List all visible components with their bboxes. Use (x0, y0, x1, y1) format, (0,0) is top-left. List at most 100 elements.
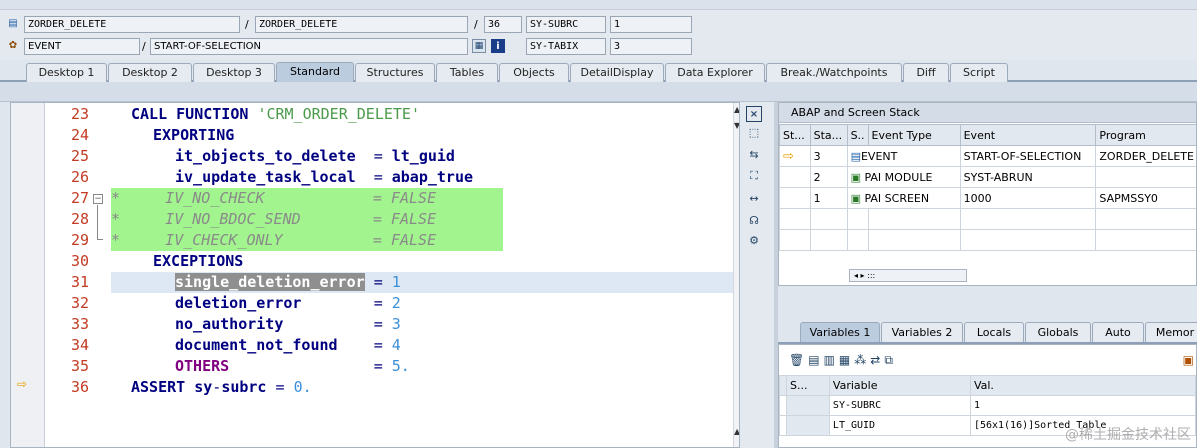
event-type-cell: ▣ PAI SCREEN (846, 187, 961, 209)
tab-desktop-3[interactable]: Desktop 3 (193, 63, 275, 82)
variable-name[interactable]: SY-SUBRC (828, 395, 971, 416)
tab-tables[interactable]: Tables (436, 63, 498, 82)
import-icon[interactable]: ▤ (808, 353, 819, 369)
line-number: 35 (70, 357, 89, 375)
code-param: it_objects_to_delete (175, 147, 356, 165)
column-header[interactable]: Event Type (867, 124, 961, 146)
line-number: 30 (70, 252, 89, 270)
source-editor[interactable]: ⇨ − 23 24 25 26 27 28 29 30 31 32 33 34 … (10, 102, 740, 448)
code-value: abap_true (391, 168, 474, 186)
row-selector[interactable] (779, 415, 787, 436)
fold-line (97, 205, 98, 239)
stack-hscrollbar[interactable]: ◂ ▸ ::: (849, 269, 967, 282)
save-layout-icon[interactable]: ▦ (839, 353, 850, 369)
empty-row (779, 229, 1196, 251)
tab-globals[interactable]: Globals (1025, 322, 1091, 342)
table-row[interactable]: ⇨ 3 ▤EVENT START-OF-SELECTION ZORDER_DEL… (779, 145, 1196, 167)
row-status (786, 415, 830, 436)
code-comment: * IV_CHECK_ONLY = FALSE (111, 231, 437, 249)
hierarchy-icon[interactable]: ⁂ (854, 353, 866, 369)
variable-value[interactable]: 1 (969, 395, 1197, 416)
code-param: iv_update_task_local (175, 168, 356, 186)
display-icon[interactable]: ▦ (472, 39, 486, 53)
code-value: lt_guid (391, 147, 455, 165)
swap-tool-icon[interactable]: ⇆ (746, 146, 762, 162)
save-icon[interactable]: ▣ (1183, 353, 1194, 367)
code-value: sy (194, 378, 213, 396)
code-operator: = (373, 294, 383, 312)
selected-text[interactable]: single_deletion_error (175, 273, 365, 291)
include-field[interactable]: ZORDER_DELETE (255, 16, 468, 33)
column-header[interactable]: Program (1095, 124, 1196, 146)
code-line-32: deletion_error = 2 (175, 293, 401, 314)
service-icon[interactable]: ☊ (746, 212, 762, 228)
code-number: 5. (391, 357, 410, 375)
tab-objects[interactable]: Objects (499, 63, 569, 82)
row-selector[interactable] (779, 395, 787, 416)
column-header[interactable]: S... (786, 375, 830, 396)
code-keyword: ASSERT (131, 378, 186, 396)
event-type-cell: ▤EVENT (846, 145, 961, 167)
program-name: ZORDER_DELETE (1095, 145, 1196, 167)
code-operator: = (373, 336, 383, 354)
column-header[interactable]: Sta... (809, 124, 848, 146)
event-field[interactable]: START-OF-SELECTION (150, 38, 468, 55)
maximize-icon[interactable]: ⛶ (746, 168, 762, 184)
tab-auto[interactable]: Auto (1092, 322, 1144, 342)
code-operator: = (275, 378, 285, 396)
delete-icon[interactable]: 🗑 (789, 353, 804, 369)
tab-diff[interactable]: Diff (903, 63, 949, 82)
code-line-34: document_not_found = 4 (175, 335, 401, 356)
code-value: subrc (221, 378, 267, 396)
copy-icon[interactable]: ⧉ (884, 353, 893, 369)
column-header[interactable]: St... (779, 124, 811, 146)
column-header[interactable]: Variable (828, 375, 971, 396)
table-row[interactable]: 2 ▣ PAI MODULE SYST-ABRUN (779, 166, 1196, 188)
event-name: 1000 (959, 187, 1097, 209)
navigate-icon[interactable]: ⇄ (870, 353, 880, 369)
tab-detail-display[interactable]: DetailDisplay (570, 63, 664, 82)
settings-icon[interactable]: ⚙ (746, 232, 762, 248)
new-tool-icon[interactable]: ⬚ (746, 124, 762, 140)
tab-structures[interactable]: Structures (355, 63, 435, 82)
code-operator: - (212, 378, 222, 396)
column-header[interactable]: Event (959, 124, 1097, 146)
event-type: PAI SCREEN (864, 191, 930, 205)
tab-desktop-2[interactable]: Desktop 2 (108, 63, 192, 82)
tab-desktop-1[interactable]: Desktop 1 (26, 63, 107, 82)
tab-memory[interactable]: Memor (1145, 322, 1197, 342)
program-field[interactable]: ZORDER_DELETE (24, 16, 240, 33)
expand-icon[interactable]: ↔ (746, 190, 762, 206)
variable-name[interactable]: LT_GUID (828, 415, 971, 436)
column-header[interactable]: Val. (969, 375, 1197, 396)
tab-data-explorer[interactable]: Data Explorer (665, 63, 765, 82)
desktop-tabs: Desktop 1 Desktop 2 Desktop 3 Standard S… (0, 60, 1197, 82)
collapse-icon[interactable]: − (93, 194, 103, 204)
tab-standard[interactable]: Standard (276, 62, 354, 82)
table-row[interactable]: 1 ▣ PAI SCREEN 1000 SAPMSSY0 (779, 187, 1196, 209)
event-type-field[interactable]: EVENT (24, 38, 140, 55)
scroll-left-right-icon[interactable]: ◂ ▸ (854, 271, 865, 280)
code-line-29: * IV_CHECK_ONLY = FALSE (111, 230, 436, 251)
line-field[interactable]: 36 (484, 16, 522, 33)
tab-locals[interactable]: Locals (964, 322, 1024, 342)
export-icon[interactable]: ▥ (824, 353, 835, 369)
column-header[interactable]: S.. (846, 124, 869, 146)
code-line-30: EXCEPTIONS (153, 252, 244, 270)
tab-breakpoints[interactable]: Break./Watchpoints (766, 63, 902, 82)
close-icon[interactable]: × (746, 106, 762, 122)
table-row[interactable]: SY-SUBRC 1 (779, 395, 1197, 416)
code-operator: = (373, 168, 383, 186)
event-icon: ▤ (850, 149, 861, 163)
code-operator: = (373, 147, 383, 165)
tab-variables-2[interactable]: Variables 2 (881, 322, 963, 342)
code-line-25: it_objects_to_delete = lt_guid (175, 146, 455, 167)
context-bar: ▤ ZORDER_DELETE / ZORDER_DELETE / 36 SY-… (0, 10, 1197, 60)
info-icon[interactable]: i (491, 39, 505, 53)
watermark: @稀土掘金技术社区 (1065, 427, 1191, 443)
tab-variables-1[interactable]: Variables 1 (800, 322, 880, 342)
module-icon: ▣ (850, 170, 861, 184)
editor-scrollbar[interactable]: ▲ ▼ ▲ (733, 103, 739, 447)
separator: / (142, 40, 146, 53)
tab-script[interactable]: Script (950, 63, 1008, 82)
